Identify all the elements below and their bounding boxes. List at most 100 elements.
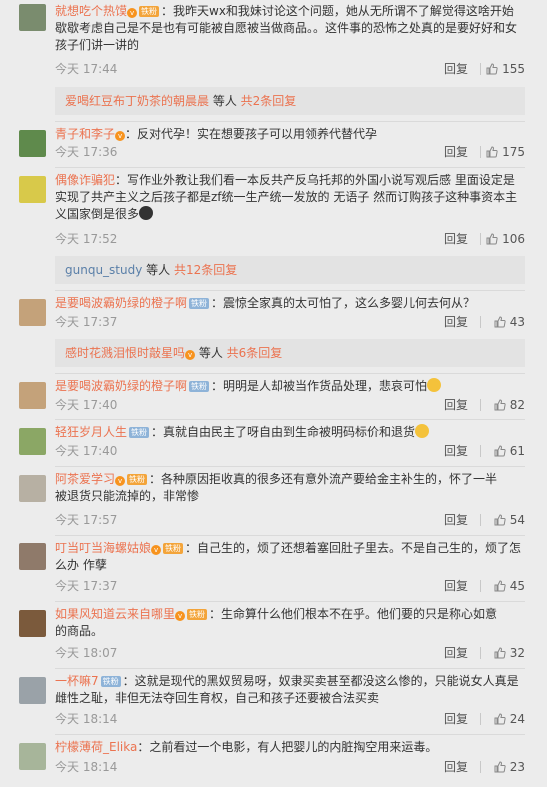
thumbs-up-icon — [494, 399, 506, 411]
like-count: 82 — [509, 398, 525, 412]
comment-text: ：自己生的，烦了还想着塞回肚子里去。不是自己生的，烦了怎 — [185, 541, 522, 555]
like-button[interactable]: 175 — [486, 144, 525, 160]
divider — [55, 167, 525, 168]
reply-thread-count[interactable]: 共2条回复 — [241, 94, 297, 108]
reply-thread[interactable]: 爱喝红豆布丁奶茶的朝晨晨 等人 共2条回复 — [55, 87, 525, 115]
reply-thread[interactable]: gunqu_study 等人 共12条回复 — [55, 256, 525, 284]
reply-thread-user[interactable]: gunqu_study — [65, 263, 142, 277]
reply-thread-count[interactable]: 共6条回复 — [227, 346, 283, 360]
divider — [480, 399, 481, 411]
divider — [480, 63, 481, 75]
reply-button[interactable]: 回复 — [444, 578, 468, 594]
like-button[interactable]: 23 — [494, 759, 525, 775]
avatar[interactable] — [19, 4, 46, 31]
comment-text: ：反对代孕！实在想要孩子可以用领养代替代孕 — [125, 127, 378, 141]
comment-text: 雌性之耻，非但无法夺回生育权，自己和孩子还要被合法买卖 — [55, 691, 380, 705]
avatar[interactable] — [19, 610, 46, 637]
like-button[interactable]: 82 — [494, 397, 525, 413]
reply-button[interactable]: 回复 — [444, 645, 468, 661]
like-button[interactable]: 155 — [486, 61, 525, 77]
reply-button[interactable]: 回复 — [444, 314, 468, 330]
avatar[interactable] — [19, 299, 46, 326]
reply-thread-user[interactable]: 感时花溅泪恨时敲星吗 — [65, 346, 185, 360]
avatar[interactable] — [19, 428, 46, 455]
comment-username[interactable]: 叮当叮当海螺姑娘 — [55, 541, 151, 555]
divider — [480, 580, 481, 592]
comment-text: 被退货只能流掉的，非常惨 — [55, 489, 200, 503]
like-button[interactable]: 61 — [494, 443, 525, 459]
avatar[interactable] — [19, 130, 46, 157]
reply-button[interactable]: 回复 — [444, 61, 468, 77]
like-button[interactable]: 45 — [494, 578, 525, 594]
like-count: 54 — [509, 513, 525, 527]
comment-username[interactable]: 阿茶爱学习 — [55, 472, 115, 486]
vip-icon: v — [151, 545, 162, 555]
divider — [55, 668, 525, 669]
emoji-icon — [427, 378, 442, 392]
comment-username[interactable]: 如果风知道云来自哪里 — [55, 607, 175, 621]
fan-badge: 铁粉 — [100, 676, 121, 687]
like-count: 175 — [502, 145, 525, 159]
comment-time: 今天 17:37 — [55, 579, 118, 593]
reply-thread[interactable]: 感时花溅泪恨时敲星吗 v 等人 共6条回复 — [55, 339, 525, 367]
reply-button[interactable]: 回复 — [444, 144, 468, 160]
avatar[interactable] — [19, 743, 46, 770]
comment-username[interactable]: 一杯嘛7 — [55, 674, 99, 688]
reply-button[interactable]: 回复 — [444, 759, 468, 775]
comment-username[interactable]: 青子和李子 — [55, 127, 115, 141]
divider — [480, 514, 481, 526]
comment-username[interactable]: 轻狂岁月人生 — [55, 425, 127, 439]
reply-button[interactable]: 回复 — [444, 512, 468, 528]
like-count: 23 — [509, 760, 525, 774]
avatar[interactable] — [19, 475, 46, 502]
like-count: 61 — [509, 444, 525, 458]
thumbs-up-icon — [494, 713, 506, 725]
divider — [480, 713, 481, 725]
avatar[interactable] — [19, 382, 46, 409]
comment-text: 实现了共产主义之后孩子都是zf统一生产统一发放的 无语子 然而订购孩子这种事资本… — [55, 190, 518, 204]
divider — [480, 316, 481, 328]
comment-time: 今天 17:40 — [55, 444, 118, 458]
comment-time: 今天 17:37 — [55, 315, 118, 329]
like-button[interactable]: 32 — [494, 645, 525, 661]
comment-text: ：这就是现代的黑奴贸易呀，奴隶买卖甚至都没这么惨的，只能说女人真是 — [122, 674, 519, 688]
vip-icon: v — [115, 476, 126, 486]
avatar[interactable] — [19, 176, 46, 203]
reply-button[interactable]: 回复 — [444, 397, 468, 413]
like-button[interactable]: 43 — [494, 314, 525, 330]
thumbs-up-icon — [486, 233, 498, 245]
divider — [55, 419, 525, 420]
thumbs-up-icon — [494, 580, 506, 592]
reply-thread-user[interactable]: 爱喝红豆布丁奶茶的朝晨晨 — [65, 94, 209, 108]
comment-text: ：之前看过一个电影，有人把婴儿的内脏掏空用来运毒。 — [137, 740, 438, 754]
comment-text: 歇歇考虑自己是不是也有可能被自愿被当做商品。。这件事的恐怖之处真的是要好好和女 — [55, 21, 518, 35]
comment-time: 今天 18:07 — [55, 646, 118, 660]
reply-button[interactable]: 回复 — [444, 443, 468, 459]
reply-button[interactable]: 回复 — [444, 711, 468, 727]
thumbs-up-icon — [494, 761, 506, 773]
like-count: 24 — [509, 712, 525, 726]
divider — [55, 121, 525, 122]
like-count: 43 — [509, 315, 525, 329]
fan-badge: 铁粉 — [127, 474, 148, 485]
avatar[interactable] — [19, 677, 46, 704]
fan-badge: 铁粉 — [163, 543, 184, 554]
comment-username[interactable]: 偶像诈骗犯 — [55, 173, 115, 187]
like-count: 106 — [502, 232, 525, 246]
comment-username[interactable]: 柠檬薄荷_Elika — [55, 740, 137, 754]
comment-time: 今天 17:36 — [55, 145, 118, 159]
comment-username[interactable]: 是要喝波霸奶绿的橙子啊 — [55, 379, 187, 393]
comment-time: 今天 17:44 — [55, 62, 118, 76]
like-button[interactable]: 54 — [494, 512, 525, 528]
like-button[interactable]: 24 — [494, 711, 525, 727]
comment-username[interactable]: 是要喝波霸奶绿的橙子啊 — [55, 296, 187, 310]
comment-time: 今天 17:40 — [55, 398, 118, 412]
reply-button[interactable]: 回复 — [444, 231, 468, 247]
divider — [480, 146, 481, 158]
comment-username[interactable]: 就想吃个热馍 — [55, 4, 127, 18]
comment-text: ：写作业外教让我们看一本反共产反乌托邦的外国小说写观后感 里面设定是 — [115, 173, 515, 187]
reply-thread-text: 等人 — [195, 346, 227, 360]
reply-thread-count[interactable]: 共12条回复 — [174, 263, 237, 277]
like-button[interactable]: 106 — [486, 231, 525, 247]
avatar[interactable] — [19, 543, 46, 570]
